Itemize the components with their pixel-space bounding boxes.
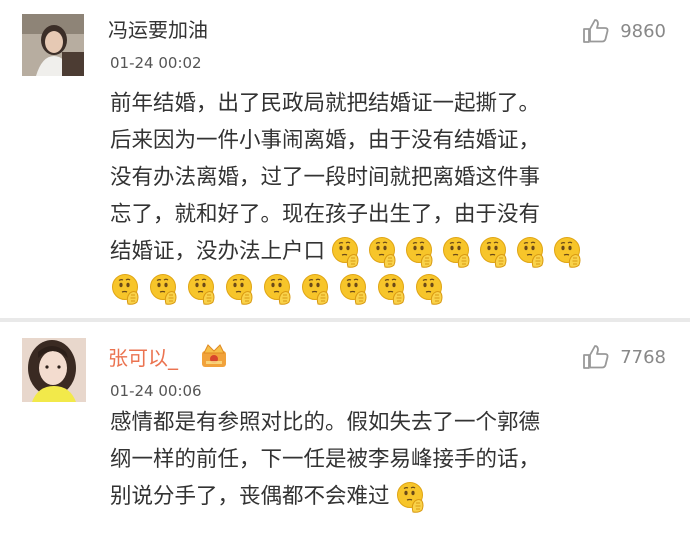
comment-text: 前年结婚，出了民政局就把结婚证一起撕了。 后来因为一件小事闹离婚，由于没有结婚证… — [110, 85, 680, 307]
comment-line: 没有办法离婚，过了一段时间就把离婚这件事 — [110, 165, 541, 190]
comment-item: 张可以_ 01-24 00:06 7768 感情都是有参照对比的。假如失去了一个… — [0, 322, 690, 540]
like-count: 9860 — [620, 20, 666, 42]
emoji-row — [110, 270, 680, 307]
comment-line: 结婚证，没办法上户口 — [110, 239, 326, 264]
emoji-group — [325, 233, 584, 270]
comment-feed: 冯运要加油 01-24 00:02 9860 前年结婚，出了民政局就把结婚证一起… — [0, 0, 690, 540]
like-button[interactable]: 7768 — [582, 344, 666, 370]
crown-vip-badge-icon — [202, 344, 226, 367]
comment-line: 忘了，就和好了。现在孩子出生了，由于没有 — [110, 202, 541, 227]
comment-timestamp: 01-24 00:02 — [110, 54, 202, 72]
comment-line: 感情都是有参照对比的。假如失去了一个郭德 — [110, 410, 541, 435]
username[interactable]: 冯运要加油 — [108, 14, 208, 43]
thinking-face-emoji-icon — [395, 481, 427, 513]
thumbs-up-icon — [583, 345, 609, 369]
thinking-face-emoji-icon — [441, 236, 473, 268]
thinking-face-emoji-icon — [367, 236, 399, 268]
thinking-face-emoji-icon — [478, 236, 510, 268]
comment-item: 冯运要加油 01-24 00:02 9860 前年结婚，出了民政局就把结婚证一起… — [0, 0, 690, 318]
emoji-group — [390, 478, 427, 515]
thinking-face-emoji-icon — [300, 273, 332, 305]
comment-line-with-emoji: 结婚证，没办法上户口 — [110, 233, 680, 270]
thinking-face-emoji-icon — [404, 236, 436, 268]
thinking-face-emoji-icon — [186, 273, 218, 305]
thinking-face-emoji-icon — [414, 273, 446, 305]
comment-line: 后来因为一件小事闹离婚，由于没有结婚证， — [110, 128, 541, 153]
thinking-face-emoji-icon — [515, 236, 547, 268]
username[interactable]: 张可以_ — [108, 342, 178, 371]
thinking-face-emoji-icon — [552, 236, 584, 268]
thinking-face-emoji-icon — [148, 273, 180, 305]
thinking-face-emoji-icon — [110, 273, 142, 305]
avatar[interactable] — [22, 338, 86, 402]
thinking-face-emoji-icon — [262, 273, 294, 305]
comment-line: 别说分手了，丧偶都不会难过 — [110, 484, 390, 509]
like-button[interactable]: 9860 — [582, 18, 666, 44]
thumbs-up-icon — [583, 19, 609, 43]
avatar[interactable] — [22, 14, 84, 76]
like-count: 7768 — [620, 346, 666, 368]
comment-timestamp: 01-24 00:06 — [110, 382, 202, 400]
comment-text: 感情都是有参照对比的。假如失去了一个郭德 纲一样的前任，下一任是被李易峰接手的话… — [110, 404, 680, 515]
thinking-face-emoji-icon — [330, 236, 362, 268]
thinking-face-emoji-icon — [224, 273, 256, 305]
thinking-face-emoji-icon — [376, 273, 408, 305]
comment-line: 纲一样的前任，下一任是被李易峰接手的话， — [110, 447, 541, 472]
comment-line: 前年结婚，出了民政局就把结婚证一起撕了。 — [110, 91, 541, 116]
thinking-face-emoji-icon — [338, 273, 370, 305]
comment-line-with-emoji: 别说分手了，丧偶都不会难过 — [110, 478, 680, 515]
